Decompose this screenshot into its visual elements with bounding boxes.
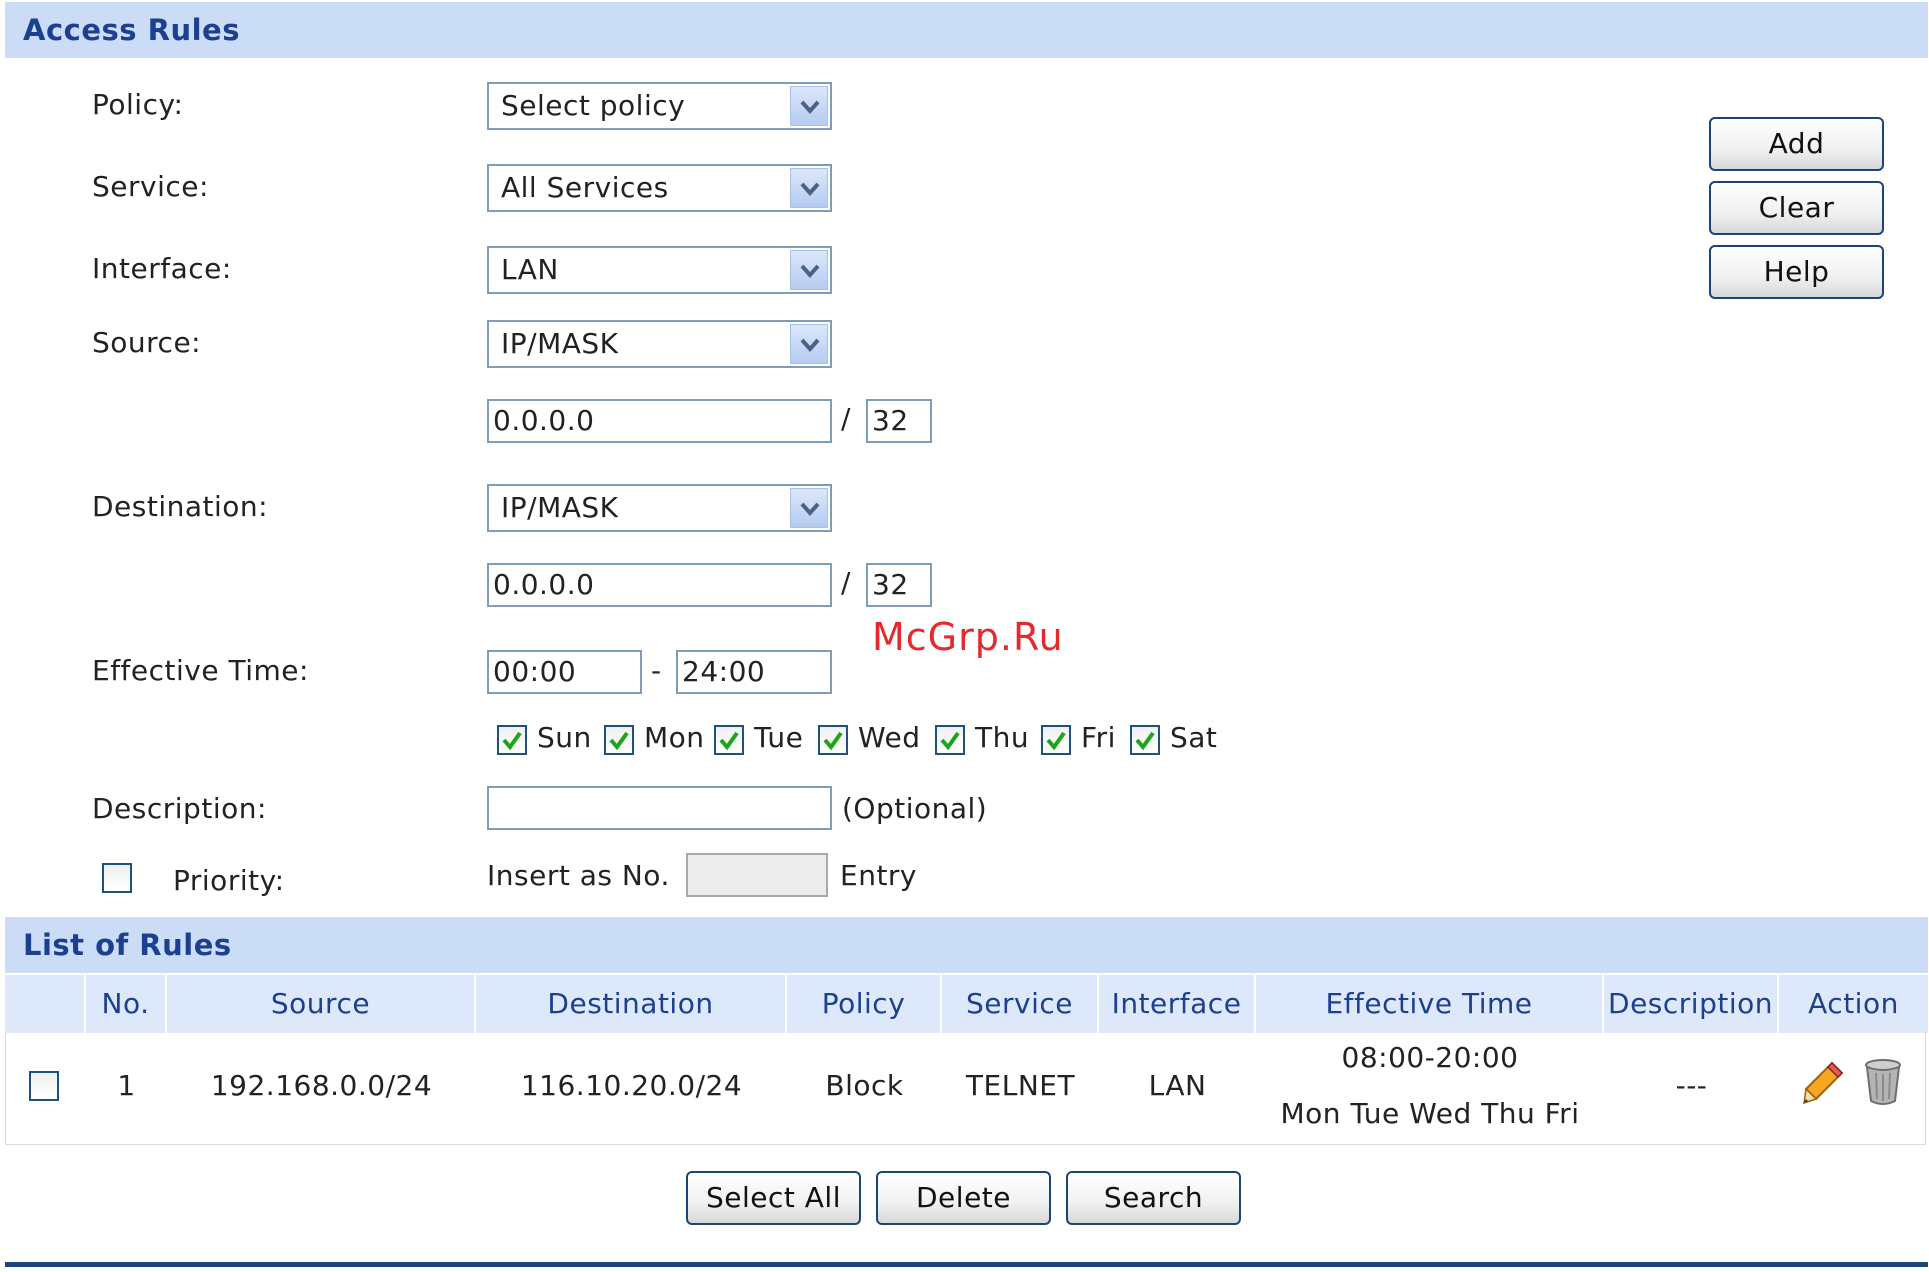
- source-ip-input[interactable]: 0.0.0.0: [487, 399, 832, 443]
- time-end-input[interactable]: 24:00: [676, 650, 832, 694]
- description-input[interactable]: [487, 786, 832, 830]
- destination-slash: /: [841, 566, 851, 599]
- source-mask-input[interactable]: 32: [866, 399, 932, 443]
- day-label-wed: Wed: [858, 721, 921, 754]
- chevron-down-icon[interactable]: [790, 250, 828, 290]
- service-select-value: All Services: [501, 171, 669, 204]
- search-button[interactable]: Search: [1066, 1171, 1241, 1225]
- destination-type-select[interactable]: IP/MASK: [487, 484, 832, 532]
- chevron-down-icon[interactable]: [790, 168, 828, 208]
- interface-label: Interface:: [92, 252, 232, 285]
- add-button[interactable]: Add: [1709, 117, 1884, 171]
- column-header-interface: Interface: [1111, 987, 1242, 1020]
- clear-button[interactable]: Clear: [1709, 181, 1884, 235]
- effective-time-label: Effective Time:: [92, 654, 309, 687]
- bottom-divider: [5, 1262, 1928, 1267]
- day-checkbox-thu[interactable]: [935, 725, 965, 755]
- insert-as-label: Insert as No.: [487, 859, 670, 892]
- day-checkbox-sun[interactable]: [497, 725, 527, 755]
- entry-label: Entry: [840, 859, 917, 892]
- row-effective-days: Mon Tue Wed Thu Fri: [1280, 1097, 1580, 1130]
- chevron-down-icon[interactable]: [790, 324, 828, 364]
- interface-select-value: LAN: [501, 253, 559, 286]
- row-select-checkbox[interactable]: [29, 1071, 59, 1101]
- day-label-thu: Thu: [975, 721, 1030, 754]
- day-label-fri: Fri: [1081, 721, 1116, 754]
- time-separator: -: [651, 654, 662, 687]
- priority-label: Priority:: [173, 864, 285, 897]
- description-optional-hint: (Optional): [842, 792, 988, 825]
- day-checkbox-mon[interactable]: [604, 725, 634, 755]
- table-row: 1 192.168.0.0/24 116.10.20.0/24 Block TE…: [5, 1033, 1926, 1145]
- edit-icon[interactable]: [1802, 1059, 1846, 1109]
- help-button[interactable]: Help: [1709, 245, 1884, 299]
- time-start-input[interactable]: 00:00: [487, 650, 642, 694]
- policy-label: Policy:: [92, 88, 184, 121]
- column-header-effective-time: Effective Time: [1325, 987, 1533, 1020]
- destination-mask-input[interactable]: 32: [866, 563, 932, 607]
- service-label: Service:: [92, 170, 209, 203]
- interface-select[interactable]: LAN: [487, 246, 832, 294]
- source-slash: /: [841, 402, 851, 435]
- policy-select[interactable]: Select policy: [487, 82, 832, 130]
- row-no: 1: [117, 1069, 136, 1102]
- destination-label: Destination:: [92, 490, 269, 523]
- column-header-description: Description: [1608, 987, 1773, 1020]
- column-header-source: Source: [270, 987, 371, 1020]
- day-label-tue: Tue: [754, 721, 804, 754]
- chevron-down-icon[interactable]: [790, 86, 828, 126]
- column-header-destination: Destination: [547, 987, 714, 1020]
- description-label: Description:: [92, 792, 267, 825]
- priority-number-input[interactable]: [686, 853, 828, 897]
- column-header-service: Service: [966, 987, 1073, 1020]
- row-description: ---: [1675, 1069, 1708, 1102]
- row-source: 192.168.0.0/24: [210, 1069, 433, 1102]
- delete-button[interactable]: Delete: [876, 1171, 1051, 1225]
- policy-select-value: Select policy: [501, 89, 686, 122]
- select-all-button[interactable]: Select All: [686, 1171, 861, 1225]
- day-checkbox-sat[interactable]: [1130, 725, 1160, 755]
- watermark-text: McGrp.Ru: [872, 615, 1064, 659]
- column-header-no: No.: [101, 987, 150, 1020]
- source-label: Source:: [92, 326, 202, 359]
- row-service: TELNET: [965, 1069, 1076, 1102]
- row-policy: Block: [825, 1069, 904, 1102]
- source-type-select[interactable]: IP/MASK: [487, 320, 832, 368]
- source-type-value: IP/MASK: [501, 327, 619, 360]
- row-interface: LAN: [1148, 1069, 1207, 1102]
- day-label-sun: Sun: [537, 721, 592, 754]
- destination-ip-input[interactable]: 0.0.0.0: [487, 563, 832, 607]
- column-header-action: Action: [1808, 987, 1899, 1020]
- destination-type-value: IP/MASK: [501, 491, 619, 524]
- day-checkbox-fri[interactable]: [1041, 725, 1071, 755]
- list-of-rules-header: List of Rules: [5, 917, 1928, 973]
- day-checkbox-wed[interactable]: [818, 725, 848, 755]
- day-label-sat: Sat: [1170, 721, 1218, 754]
- delete-icon[interactable]: [1862, 1057, 1904, 1107]
- column-header-policy: Policy: [821, 987, 906, 1020]
- access-rules-header: Access Rules: [5, 2, 1928, 58]
- row-effective-time: 08:00-20:00: [1341, 1041, 1519, 1074]
- day-label-mon: Mon: [644, 721, 705, 754]
- service-select[interactable]: All Services: [487, 164, 832, 212]
- day-checkbox-tue[interactable]: [714, 725, 744, 755]
- row-destination: 116.10.20.0/24: [520, 1069, 743, 1102]
- chevron-down-icon[interactable]: [790, 488, 828, 528]
- priority-checkbox[interactable]: [102, 863, 132, 893]
